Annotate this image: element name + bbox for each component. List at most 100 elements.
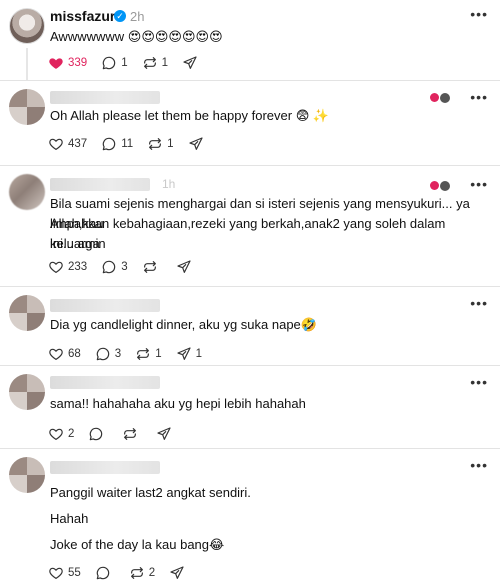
send-icon xyxy=(177,347,191,360)
share-button[interactable] xyxy=(156,426,176,442)
main-post: missfazura ✓ 2h ••• Awwwwwww 😍😍😍😍😍😍😍 339… xyxy=(0,0,500,80)
username-redacted xyxy=(50,461,160,474)
send-icon xyxy=(188,137,203,150)
repost-icon xyxy=(130,567,143,579)
avatar[interactable] xyxy=(9,457,45,493)
more-dots-icon[interactable]: ••• xyxy=(470,295,488,311)
heart-icon xyxy=(49,58,63,69)
repost-icon xyxy=(143,57,156,69)
repost-button[interactable] xyxy=(122,426,142,442)
like-count: 55 xyxy=(68,567,81,579)
post-actions: 339 1 1 xyxy=(48,54,216,72)
reply-count: 3 xyxy=(121,261,128,273)
comment-text: Panggil waiter last2 angkat sendiri. xyxy=(50,485,251,500)
avatar[interactable] xyxy=(9,174,45,210)
post-text: Awwwwwww 😍😍😍😍😍😍😍 xyxy=(50,29,223,44)
more-dots-icon[interactable]: ••• xyxy=(470,457,488,473)
share-button[interactable] xyxy=(176,259,196,275)
share-button[interactable] xyxy=(188,136,208,152)
comment-actions: 233 3 xyxy=(48,258,210,276)
repost-button[interactable]: 1 xyxy=(135,346,162,362)
heart-icon xyxy=(49,138,63,150)
reply-count: 1 xyxy=(121,57,128,69)
comment-text: Dia yg candlelight dinner, aku yg suka n… xyxy=(50,317,317,332)
reply-button[interactable] xyxy=(88,426,108,442)
send-icon xyxy=(157,427,172,440)
comment-text: Oh Allah please let them be happy foreve… xyxy=(50,108,330,123)
share-button[interactable] xyxy=(182,55,202,71)
reply-button[interactable]: 3 xyxy=(95,346,121,362)
reply-button[interactable]: 1 xyxy=(101,55,128,71)
username-redacted xyxy=(50,376,160,389)
more-dots-icon[interactable]: ••• xyxy=(470,89,488,105)
comment-text: Joke of the day la kau bang😂 xyxy=(50,537,225,552)
post-username[interactable]: missfazura xyxy=(50,8,123,24)
comment: ••• Oh Allah please let them be happy fo… xyxy=(0,81,500,165)
comment: ••• Panggil waiter last2 angkat sendiri.… xyxy=(0,449,500,585)
post-time: 2h xyxy=(130,9,145,24)
verified-badge-icon: ✓ xyxy=(114,10,126,22)
repost-icon xyxy=(137,348,150,360)
more-dots-icon[interactable]: ••• xyxy=(470,374,488,390)
like-button[interactable]: 55 xyxy=(48,565,81,581)
comment-actions: 68 3 1 1 xyxy=(48,345,216,363)
avatar[interactable] xyxy=(9,89,45,125)
repost-count: 1 xyxy=(167,138,174,150)
like-button[interactable]: 339 xyxy=(48,55,87,71)
more-dots-icon[interactable]: ••• xyxy=(470,6,488,22)
heart-icon xyxy=(49,348,63,360)
comment: ••• Dia yg candlelight dinner, aku yg su… xyxy=(0,287,500,365)
username-redacted xyxy=(50,91,160,104)
comment-text: sama!! hahahaha aku yg hepi lebih hahaha… xyxy=(50,396,306,411)
like-button[interactable]: 68 xyxy=(48,346,81,362)
heart-icon xyxy=(49,261,63,273)
heart-icon xyxy=(49,428,63,440)
repost-count: 2 xyxy=(148,567,156,579)
repost-count: 1 xyxy=(161,57,168,69)
repost-count: 1 xyxy=(155,348,162,360)
share-button[interactable] xyxy=(169,565,189,581)
repost-icon xyxy=(143,261,156,273)
like-count: 339 xyxy=(68,57,88,69)
comment-bubble-icon xyxy=(102,56,116,70)
comment-bubble-icon xyxy=(102,260,116,274)
repost-icon xyxy=(149,138,162,150)
comment-text: ini... amin xyxy=(50,236,106,251)
like-count: 437 xyxy=(68,138,88,150)
send-icon xyxy=(170,566,184,579)
send-icon xyxy=(183,56,197,69)
like-button[interactable]: 437 xyxy=(48,136,87,152)
username-redacted xyxy=(50,178,150,191)
comment-bubble-icon xyxy=(96,347,110,361)
like-button[interactable]: 233 xyxy=(48,259,87,275)
like-count: 2 xyxy=(68,428,75,440)
more-dots-icon[interactable]: ••• xyxy=(470,176,488,192)
reply-count: 11 xyxy=(121,138,134,150)
comment-actions: 437 11 1 xyxy=(48,135,222,153)
username-redacted xyxy=(50,299,160,312)
share-count: 1 xyxy=(195,348,203,360)
reply-button[interactable]: 3 xyxy=(101,259,128,275)
comment-text: Hahah xyxy=(50,511,89,526)
reply-button[interactable] xyxy=(95,565,115,581)
comment: 1h ••• Bila suami sejenis menghargai dan… xyxy=(0,166,500,286)
repost-button[interactable]: 2 xyxy=(129,565,155,581)
reply-button[interactable]: 11 xyxy=(101,136,133,152)
comment-time: 1h xyxy=(162,177,176,191)
avatar[interactable] xyxy=(9,8,45,44)
comment-bubble-icon xyxy=(90,427,103,441)
send-icon xyxy=(176,260,191,273)
like-button[interactable]: 2 xyxy=(48,426,74,442)
repost-button[interactable]: 1 xyxy=(147,136,174,152)
author-liked-badge xyxy=(430,181,450,193)
repost-button[interactable] xyxy=(142,259,162,275)
avatar[interactable] xyxy=(9,295,45,331)
like-count: 233 xyxy=(68,261,88,273)
repost-icon xyxy=(124,428,137,440)
comment-bubble-icon xyxy=(102,137,116,151)
thread-line xyxy=(26,48,28,80)
avatar[interactable] xyxy=(9,374,45,410)
share-button[interactable]: 1 xyxy=(176,346,202,362)
comment-bubble-icon xyxy=(96,566,110,580)
repost-button[interactable]: 1 xyxy=(142,55,168,71)
